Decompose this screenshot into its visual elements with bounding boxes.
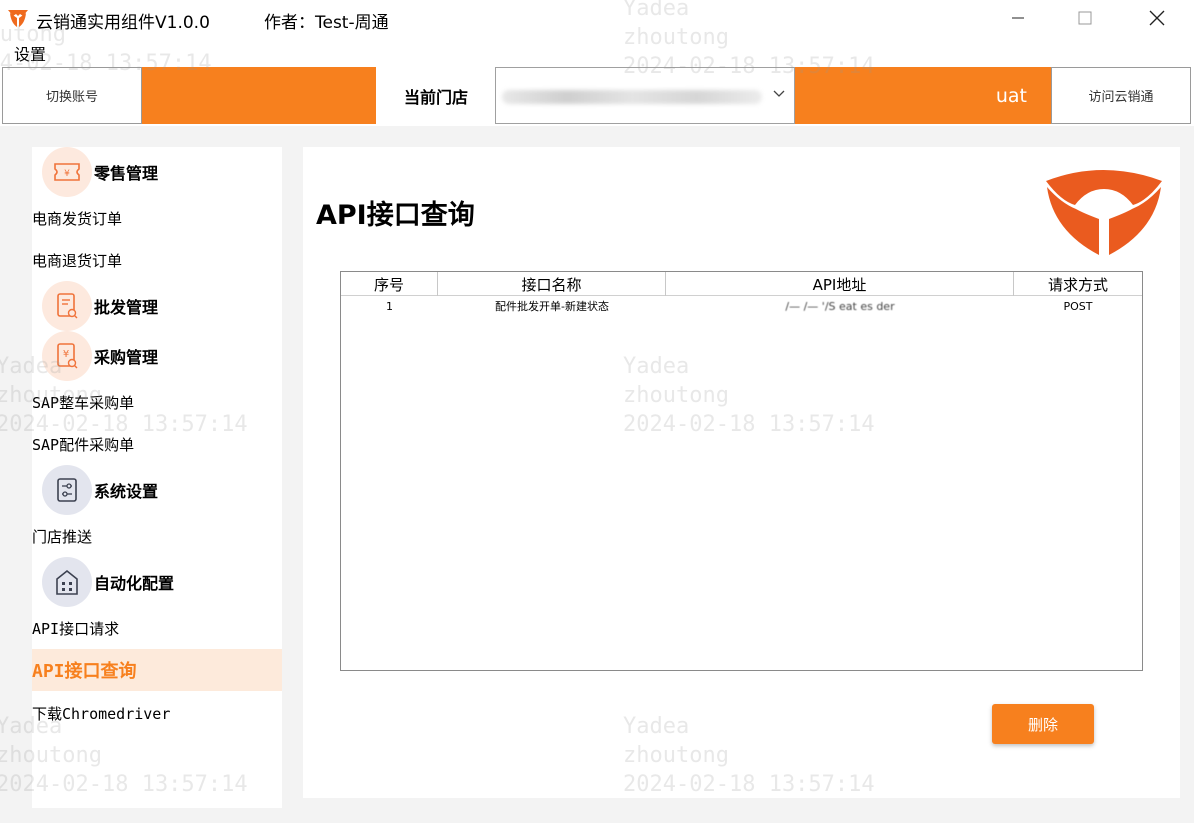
- app-logo-icon: [8, 10, 28, 27]
- main-panel: API接口查询 序号 接口名称 API地址 请求方式 1 配件批发开单-新建状态…: [303, 147, 1180, 798]
- nav-group-label: 零售管理: [94, 164, 159, 183]
- svg-text:¥: ¥: [63, 349, 69, 360]
- menu-settings[interactable]: 设置: [14, 41, 46, 65]
- redacted-store-value: [502, 90, 762, 104]
- nav-group-label: 批发管理: [94, 298, 159, 317]
- current-store-label: 当前门店: [376, 67, 496, 124]
- retail-ticket-icon: ¥: [42, 147, 92, 197]
- nav-group-label: 自动化配置: [94, 574, 175, 593]
- nav-group-label: 系统设置: [94, 482, 159, 501]
- cell-api-url: /— /— '/S eat es der: [666, 296, 1014, 316]
- header-index[interactable]: 序号: [341, 272, 438, 296]
- chevron-down-icon: [773, 90, 785, 97]
- sidebar-item-api-request[interactable]: API接口请求: [32, 618, 119, 639]
- nav-group-purchase[interactable]: ¥ 采购管理: [42, 331, 158, 381]
- sidebar-item-label: API接口查询: [32, 661, 137, 682]
- sidebar-item-sap-vehicle[interactable]: SAP整车采购单: [32, 392, 134, 413]
- title-bar: 云销通实用组件V1.0.0 作者：Test-周通: [0, 0, 1194, 36]
- redacted-url: /— /— '/S eat es der: [785, 299, 895, 313]
- page-title: API接口查询: [316, 200, 475, 231]
- minimize-icon: [1012, 17, 1024, 19]
- menu-bar: 设置: [0, 36, 1194, 66]
- purchase-document-icon: ¥: [42, 331, 92, 381]
- env-text: uat: [995, 84, 1027, 107]
- settings-sliders-icon: [42, 465, 92, 515]
- sidebar-item-ecom-return[interactable]: 电商退货订单: [32, 250, 122, 271]
- author-label: 作者：Test-周通: [264, 13, 389, 33]
- cell-api-name: 配件批发开单-新建状态: [495, 300, 609, 313]
- building-icon: [42, 557, 92, 607]
- sidebar-item-ecom-ship[interactable]: 电商发货订单: [32, 208, 122, 229]
- svg-text:¥: ¥: [64, 169, 70, 179]
- maximize-icon: [1078, 11, 1092, 25]
- nav-group-retail[interactable]: ¥ 零售管理: [42, 147, 158, 197]
- cell-method: POST: [1063, 299, 1093, 313]
- nav-group-wholesale[interactable]: 批发管理: [42, 281, 158, 331]
- maximize-button[interactable]: [1062, 0, 1108, 36]
- sidebar-item-store-push[interactable]: 门店推送: [32, 526, 92, 547]
- sidebar: ¥ 零售管理 电商发货订单 电商退货订单 批发管理 ¥ 采购管理 SAP整车采购…: [32, 147, 282, 808]
- toolbar: 切换账号 当前门店 uat 访问云销通: [0, 66, 1194, 126]
- table-header: 序号 接口名称 API地址 请求方式: [341, 272, 1142, 296]
- header-method[interactable]: 请求方式: [1014, 272, 1142, 296]
- delete-button[interactable]: 删除: [992, 704, 1094, 744]
- cell-index: 1: [386, 299, 393, 313]
- header-api-url[interactable]: API地址: [666, 272, 1014, 296]
- nav-group-automation[interactable]: 自动化配置: [42, 557, 174, 607]
- minimize-button[interactable]: [995, 0, 1041, 36]
- window-title: 云销通实用组件V1.0.0: [36, 13, 210, 33]
- table-row[interactable]: 1 配件批发开单-新建状态 /— /— '/S eat es der POST: [341, 296, 1142, 316]
- header-api-name[interactable]: 接口名称: [438, 272, 666, 296]
- close-icon: [1149, 10, 1165, 26]
- sidebar-item-api-query[interactable]: API接口查询: [32, 649, 282, 691]
- nav-group-label: 采购管理: [94, 348, 159, 367]
- environment-label: uat: [795, 67, 1051, 124]
- sidebar-item-sap-parts[interactable]: SAP配件采购单: [32, 434, 134, 455]
- store-select[interactable]: [495, 67, 795, 124]
- close-button[interactable]: [1134, 0, 1180, 36]
- wholesale-document-icon: [42, 281, 92, 331]
- accent-bar-left: [142, 67, 376, 124]
- sidebar-item-download-driver[interactable]: 下载Chromedriver: [32, 703, 170, 724]
- nav-group-system[interactable]: 系统设置: [42, 465, 158, 515]
- visit-yunxiaotong-button[interactable]: 访问云销通: [1051, 67, 1191, 124]
- switch-account-button[interactable]: 切换账号: [2, 67, 142, 124]
- yadea-logo-icon: [1046, 170, 1162, 255]
- api-table: 序号 接口名称 API地址 请求方式 1 配件批发开单-新建状态 /— /— '…: [340, 271, 1143, 671]
